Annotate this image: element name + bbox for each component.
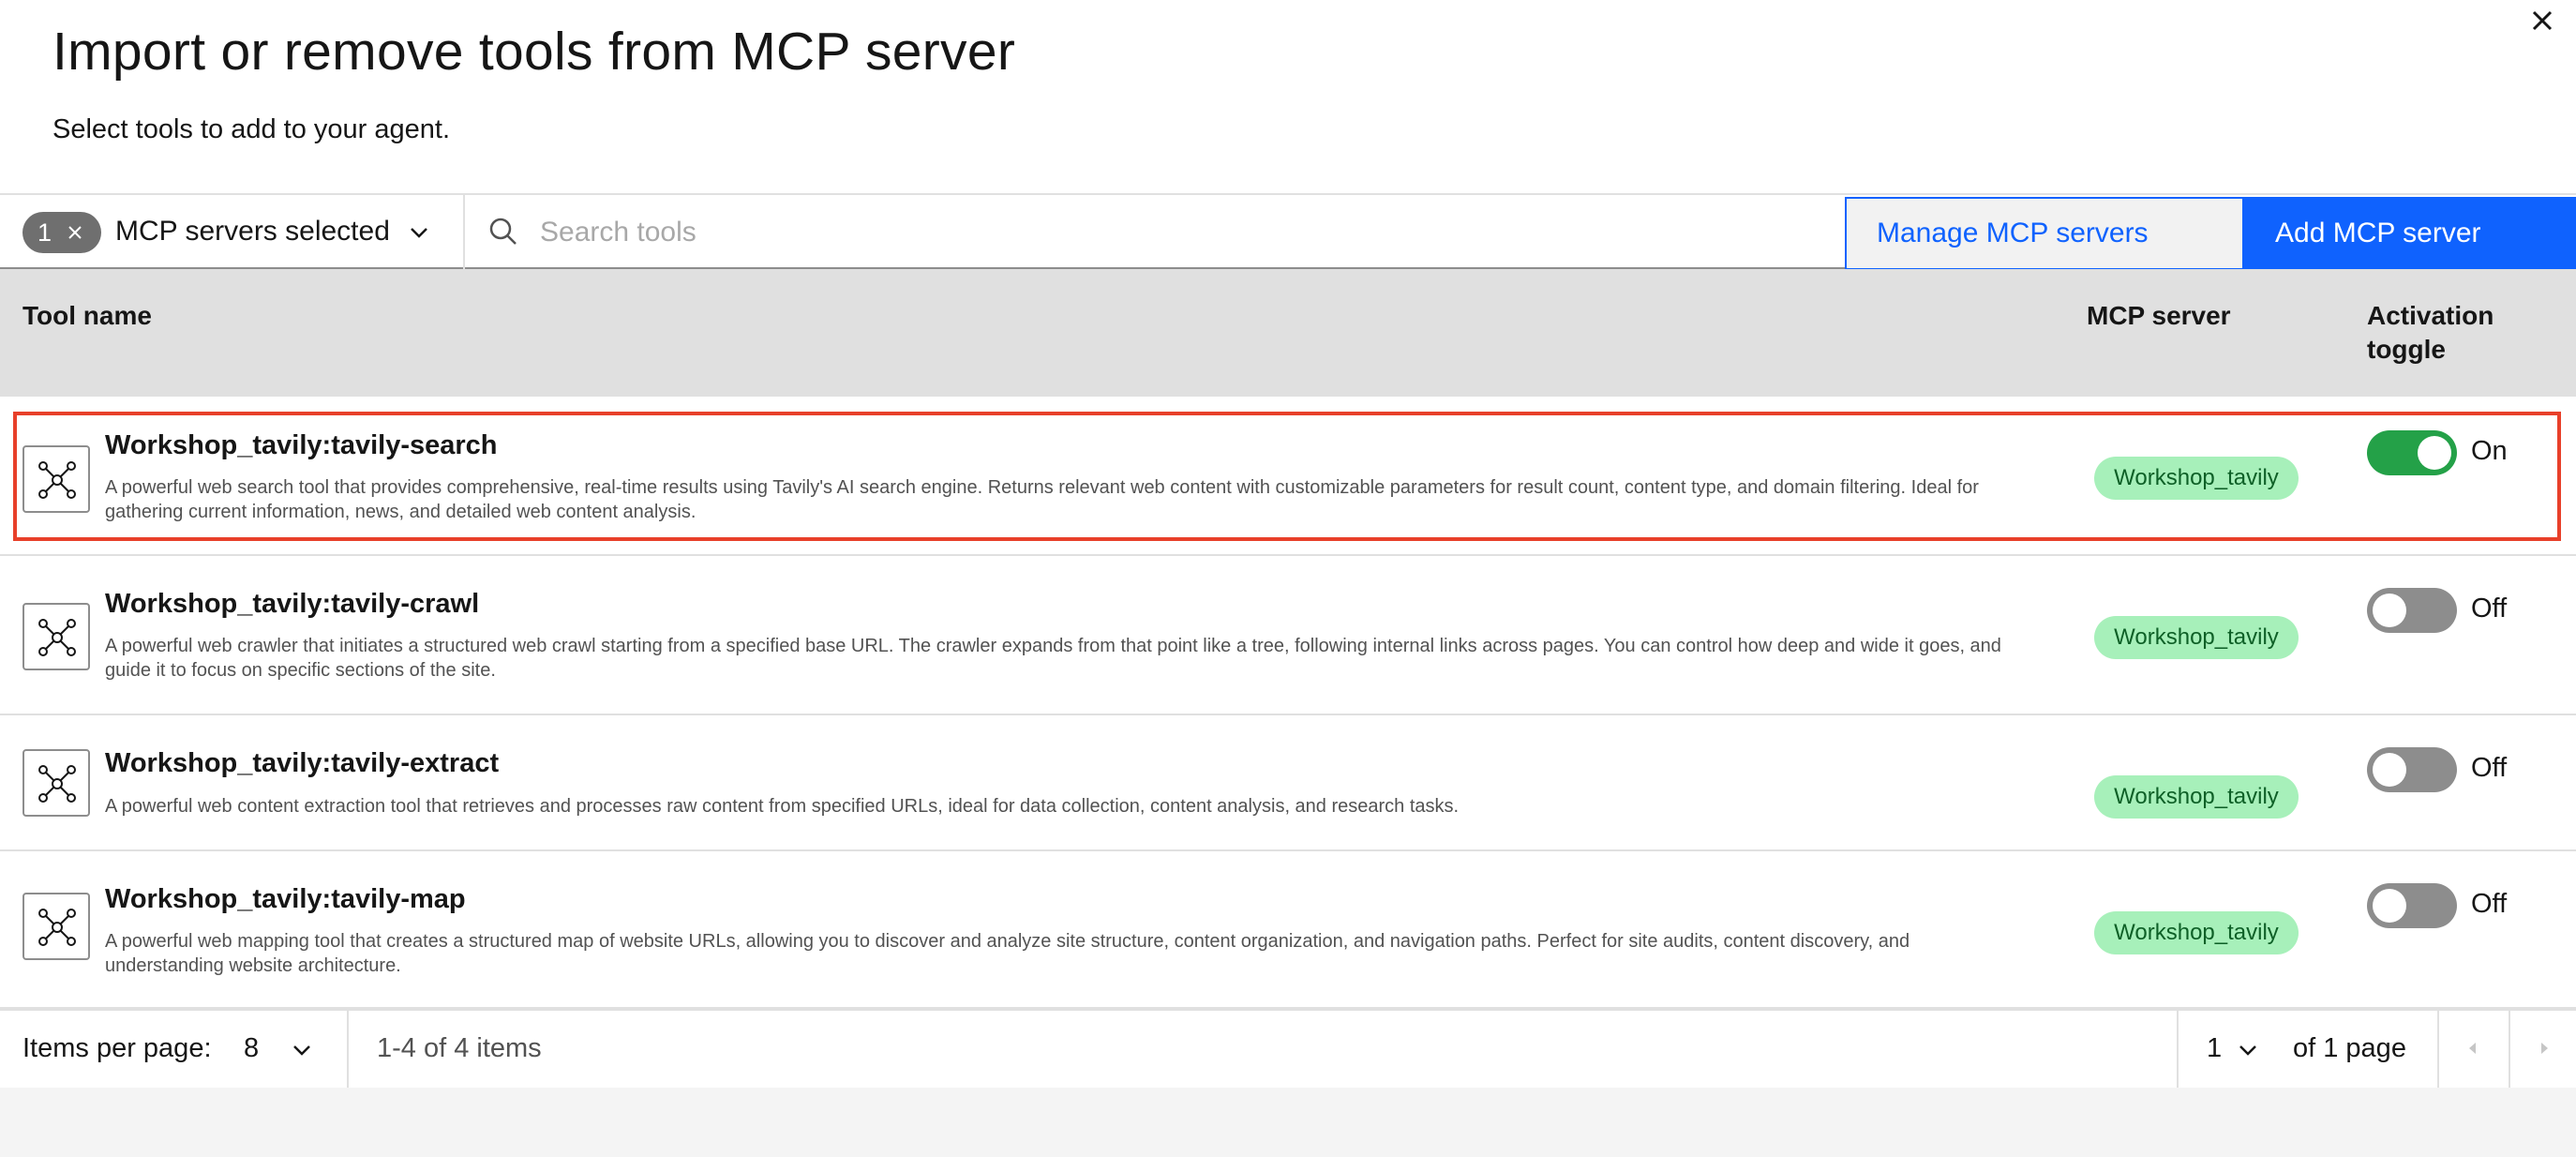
column-header-tool-name: Tool name <box>22 301 152 330</box>
toggle-knob <box>2373 889 2406 923</box>
mcp-server-filter[interactable]: 1 MCP servers selected <box>0 195 465 269</box>
activation-toggle[interactable] <box>2367 430 2457 475</box>
toggle-state-label: Off <box>2471 889 2508 919</box>
tool-icon <box>22 749 90 817</box>
search-field <box>467 195 1845 269</box>
tool-description: A powerful web crawler that initiates a … <box>105 636 2001 681</box>
mcp-server-tag: Workshop_tavily <box>2094 775 2299 819</box>
divider <box>347 1011 349 1089</box>
filter-count-tag[interactable]: 1 <box>22 212 101 253</box>
previous-page-button[interactable] <box>2439 1011 2509 1088</box>
search-input[interactable] <box>540 206 1815 259</box>
network-nodes-icon <box>38 461 76 499</box>
tool-icon <box>22 445 90 513</box>
tool-icon <box>22 893 90 960</box>
items-per-page-label: Items per page: <box>22 1033 212 1063</box>
table-row: Workshop_tavily:tavily-search A powerful… <box>0 397 2576 556</box>
close-icon <box>2532 10 2553 31</box>
chevron-down-icon[interactable] <box>289 1037 315 1063</box>
divider <box>2177 1011 2179 1089</box>
tool-name: Workshop_tavily:tavily-search <box>105 430 498 460</box>
page-background <box>0 1088 2576 1157</box>
network-nodes-icon <box>38 765 76 803</box>
tool-description: A powerful web mapping tool that creates… <box>105 931 1910 976</box>
tool-description: A powerful web search tool that provides… <box>105 477 1979 522</box>
chevron-down-icon[interactable] <box>2235 1037 2261 1063</box>
mcp-server-tag: Workshop_tavily <box>2094 616 2299 659</box>
caret-left-icon <box>2469 1043 2476 1054</box>
toggle-knob <box>2418 436 2451 470</box>
toggle-state-label: On <box>2471 436 2508 466</box>
pagination: Items per page: 8 1-4 of 4 items 1 of 1 … <box>0 1009 2576 1089</box>
activation-toggle[interactable] <box>2367 883 2457 928</box>
toggle-knob <box>2373 753 2406 787</box>
search-icon <box>489 218 517 245</box>
activation-toggle[interactable] <box>2367 747 2457 792</box>
network-nodes-icon <box>38 909 76 946</box>
tool-name: Workshop_tavily:tavily-extract <box>105 748 500 778</box>
filter-label: MCP servers selected <box>115 216 390 247</box>
tool-name: Workshop_tavily:tavily-crawl <box>105 589 480 619</box>
chevron-down-icon[interactable] <box>406 219 432 246</box>
filter-count: 1 <box>37 218 52 247</box>
next-page-button[interactable] <box>2510 1011 2576 1088</box>
column-header-mcp-server: MCP server <box>2087 301 2231 330</box>
toolbar: 1 MCP servers selected Manage MCP server… <box>0 193 2576 270</box>
table-row: Workshop_tavily:tavily-map A powerful we… <box>0 851 2576 1009</box>
close-button[interactable] <box>2524 2 2561 39</box>
toggle-knob <box>2373 594 2406 627</box>
import-tools-dialog: Import or remove tools from MCP server S… <box>0 0 2576 1089</box>
dialog-subtitle: Select tools to add to your agent. <box>52 114 450 144</box>
network-nodes-icon <box>38 619 76 656</box>
table-header: Tool name MCP server Activation toggle <box>0 269 2576 397</box>
tool-icon <box>22 603 90 670</box>
caret-right-icon <box>2541 1043 2548 1054</box>
page-count: of 1 page <box>2293 1033 2406 1063</box>
mcp-server-tag: Workshop_tavily <box>2094 457 2299 500</box>
add-mcp-server-button[interactable]: Add MCP server <box>2244 197 2576 270</box>
items-per-page-select[interactable]: 8 <box>244 1033 259 1064</box>
tool-name: Workshop_tavily:tavily-map <box>105 884 466 914</box>
column-header-activation-toggle: Activation toggle <box>2367 301 2494 364</box>
items-range: 1-4 of 4 items <box>377 1033 542 1063</box>
activation-toggle[interactable] <box>2367 588 2457 633</box>
page-select[interactable]: 1 <box>2207 1033 2222 1064</box>
dialog-title: Import or remove tools from MCP server <box>52 22 1016 82</box>
table-row: Workshop_tavily:tavily-crawl A powerful … <box>0 556 2576 715</box>
clear-filter-icon[interactable] <box>65 222 85 243</box>
tool-description: A powerful web content extraction tool t… <box>105 796 1460 817</box>
toggle-state-label: Off <box>2471 594 2508 624</box>
table-row: Workshop_tavily:tavily-extract A powerfu… <box>0 715 2576 851</box>
mcp-server-tag: Workshop_tavily <box>2094 911 2299 954</box>
manage-mcp-servers-button[interactable]: Manage MCP servers <box>1845 197 2244 270</box>
toggle-state-label: Off <box>2471 753 2508 783</box>
